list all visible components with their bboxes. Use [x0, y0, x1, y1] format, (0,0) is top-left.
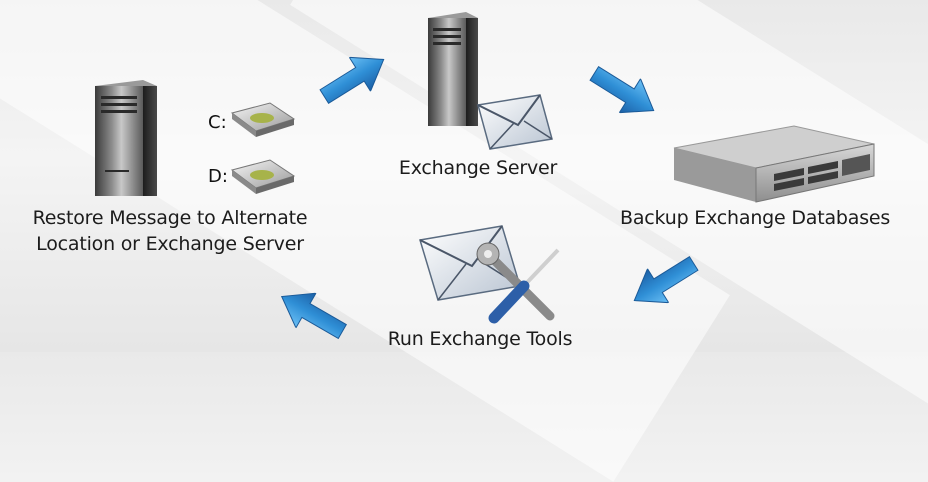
rack-server-icon	[673, 125, 875, 203]
wrench-screwdriver-icon	[476, 242, 560, 324]
tools-label: Run Exchange Tools	[387, 328, 573, 350]
drive-label: D:	[208, 166, 228, 187]
restore-label-line1: Restore Message to Alternate	[32, 207, 308, 229]
tower-server-icon	[428, 12, 478, 126]
drive-label: C:	[208, 112, 227, 133]
tower-server-icon	[95, 80, 157, 196]
exchange-server-label: Exchange Server	[398, 157, 558, 179]
hard-drive-icon	[230, 102, 296, 137]
restore-label: Restore Message to Alternate Location or…	[10, 205, 330, 257]
restore-label-line2: Location or Exchange Server	[36, 233, 304, 255]
envelope-icon	[477, 94, 553, 150]
backup-label: Backup Exchange Databases	[620, 207, 891, 229]
hard-drive-icon	[230, 159, 296, 194]
